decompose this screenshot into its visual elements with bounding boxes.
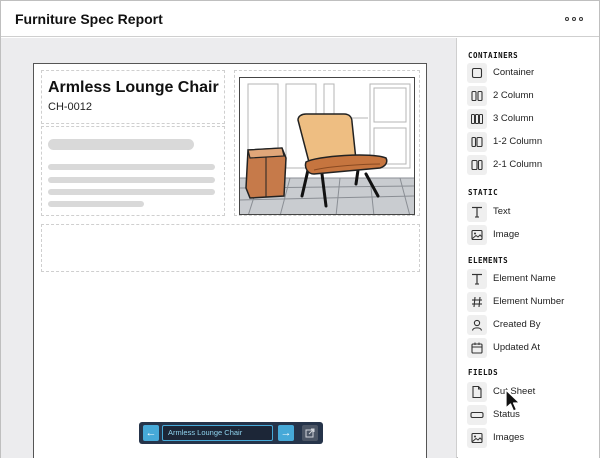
section-title-containers: CONTAINERS xyxy=(468,51,519,60)
palette-item-label: Image xyxy=(493,229,520,240)
current-element-field[interactable]: Armless Lounge Chair xyxy=(162,425,273,441)
palette-item-cut-sheet[interactable]: Cut Sheet xyxy=(466,382,594,402)
palette-item-element-number[interactable]: Element Number xyxy=(466,292,594,312)
report-canvas: Armless Lounge Chair CH-0012 xyxy=(1,38,457,458)
palette-item-2-1-column[interactable]: 2-1 Column xyxy=(466,155,594,175)
skeleton-heading xyxy=(48,139,194,150)
image-icon xyxy=(467,225,487,245)
palette-item-label: 2 Column xyxy=(493,90,534,101)
palette-item-label: 3 Column xyxy=(493,113,534,124)
palette-item-label: Element Number xyxy=(493,296,565,307)
mouse-pointer-icon xyxy=(505,389,521,412)
palette-item-status[interactable]: Status xyxy=(466,405,594,425)
palette-item-updated-at[interactable]: Updated At xyxy=(466,338,594,358)
palette-item-1-2-column[interactable]: 1-2 Column xyxy=(466,132,594,152)
text-icon xyxy=(467,202,487,222)
hash-icon xyxy=(467,292,487,312)
arrow-left-icon[interactable]: ← xyxy=(143,425,159,441)
section-title-static: STATIC xyxy=(468,188,499,197)
element-number[interactable]: CH-0012 xyxy=(48,101,92,113)
more-horizontal-icon[interactable] xyxy=(565,14,583,24)
title-container[interactable]: Armless Lounge Chair CH-0012 xyxy=(41,70,225,124)
calendar-icon xyxy=(467,338,487,358)
palette-item-image[interactable]: Image xyxy=(466,225,594,245)
palette-item-label: Created By xyxy=(493,319,541,330)
arrow-right-icon[interactable]: → xyxy=(278,425,294,441)
title-bar: Furniture Spec Report xyxy=(1,1,599,37)
palette-item-label: Updated At xyxy=(493,342,541,353)
element-name[interactable]: Armless Lounge Chair xyxy=(48,79,219,97)
palette-item-label: Element Name xyxy=(493,273,556,284)
palette-item-label: Images xyxy=(493,432,525,443)
palette-item-label: Container xyxy=(493,67,535,78)
text-icon xyxy=(467,269,487,289)
palette-item-element-name[interactable]: Element Name xyxy=(466,269,594,289)
skeleton-line xyxy=(48,164,215,170)
three-column-icon xyxy=(467,109,487,129)
palette-item-2-column[interactable]: 2 Column xyxy=(466,86,594,106)
two-column-icon xyxy=(467,86,487,106)
empty-container[interactable] xyxy=(41,224,420,272)
app-title: Furniture Spec Report xyxy=(15,11,163,27)
section-title-fields: FIELDS xyxy=(468,368,499,377)
element-palette: CONTAINERS Container 2 Column 3 Column 1… xyxy=(458,38,599,458)
palette-item-label: 1-2 Column xyxy=(493,136,543,147)
palette-item-3-column[interactable]: 3 Column xyxy=(466,109,594,129)
palette-item-created-by[interactable]: Created By xyxy=(466,315,594,335)
input-field-icon xyxy=(467,405,487,425)
palette-item-label: Text xyxy=(493,206,511,217)
palette-item-text[interactable]: Text xyxy=(466,202,594,222)
section-title-elements: ELEMENTS xyxy=(468,256,509,265)
image-container[interactable] xyxy=(234,70,420,216)
one-two-column-icon xyxy=(467,132,487,152)
skeleton-line xyxy=(48,189,215,195)
user-icon xyxy=(467,315,487,335)
lounge-chair-illustration xyxy=(239,77,415,215)
palette-item-container[interactable]: Container xyxy=(466,63,594,83)
skeleton-line xyxy=(48,201,144,207)
two-one-column-icon xyxy=(467,155,487,175)
square-icon xyxy=(467,63,487,83)
text-placeholder-container[interactable] xyxy=(41,126,225,216)
skeleton-line xyxy=(48,177,215,183)
report-page: Armless Lounge Chair CH-0012 xyxy=(33,63,427,458)
file-icon xyxy=(467,382,487,402)
palette-item-label: 2-1 Column xyxy=(493,159,543,170)
element-pager: ← Armless Lounge Chair → xyxy=(139,422,323,444)
external-link-icon[interactable] xyxy=(302,425,318,441)
image-icon xyxy=(467,428,487,448)
palette-item-images[interactable]: Images xyxy=(466,428,594,448)
app-window: Furniture Spec Report Armless Lounge Cha… xyxy=(0,0,600,458)
